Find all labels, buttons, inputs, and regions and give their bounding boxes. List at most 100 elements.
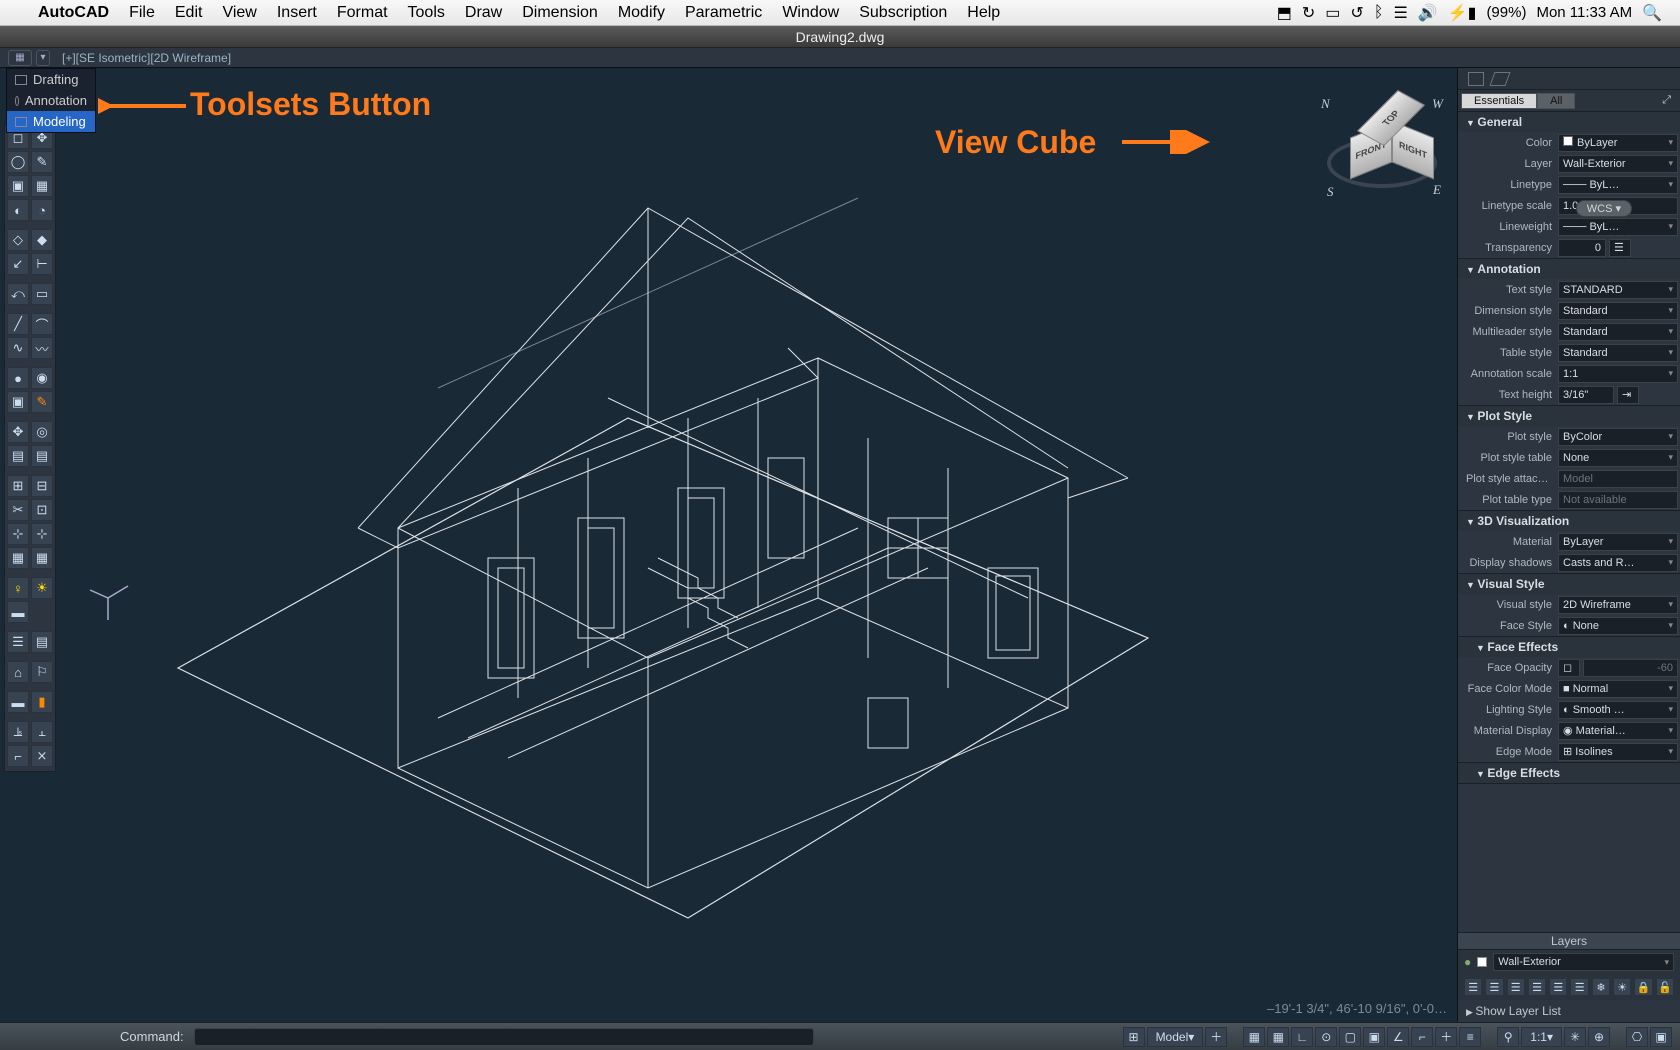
tab-all[interactable]: All (1537, 93, 1575, 109)
command-input[interactable] (194, 1028, 814, 1046)
layer-tool-8[interactable]: ☀ (1613, 978, 1631, 996)
menu-dimension[interactable]: Dimension (512, 4, 608, 22)
layer-tool-7[interactable]: ❄ (1592, 978, 1610, 996)
tool-hline[interactable]: ⊹ (7, 523, 29, 545)
tool-grid[interactable]: ▦ (7, 547, 29, 569)
layer-tool-2[interactable]: ☰ (1485, 978, 1503, 996)
sb-snap[interactable]: ▦ (1243, 1027, 1265, 1047)
tool-rect[interactable]: ▭ (31, 283, 53, 305)
tool-section[interactable]: ⊡ (31, 499, 53, 521)
val-annoscale[interactable]: 1:1▾ (1558, 365, 1678, 383)
clock[interactable]: Mon 11:33 AM (1536, 4, 1632, 21)
sb-annoauto[interactable]: ⊕ (1588, 1027, 1610, 1047)
layer-tool-3[interactable]: ☰ (1507, 978, 1525, 996)
panel-icon-a[interactable] (1468, 72, 1484, 86)
layer-tool-5[interactable]: ☰ (1549, 978, 1567, 996)
tool-extrude[interactable]: ▣ (7, 391, 29, 413)
val-facestyle[interactable]: ◐ None▾ (1558, 617, 1678, 635)
val-tablestyle[interactable]: Standard▾ (1558, 344, 1678, 362)
wifi-icon[interactable]: ☰ (1393, 3, 1407, 23)
display-icon[interactable]: ▭ (1325, 3, 1340, 23)
val-lighting[interactable]: ◐ Smooth …▾ (1558, 701, 1678, 719)
section-facefx[interactable]: Face Effects (1458, 637, 1680, 657)
sb-ws[interactable]: ⎔ (1626, 1027, 1648, 1047)
val-transp[interactable]: 0 (1558, 239, 1606, 257)
tool-stack[interactable]: ▤ (31, 631, 53, 653)
sb-anno[interactable]: ⚲ (1497, 1027, 1519, 1047)
sb-otrack[interactable]: ∠ (1387, 1027, 1409, 1047)
toolsets-button[interactable]: ▦ (8, 50, 32, 66)
sb-lwt[interactable]: ≡ (1459, 1027, 1481, 1047)
section-annotation[interactable]: Annotation (1458, 259, 1680, 279)
app-name[interactable]: AutoCAD (28, 4, 119, 22)
tool-slice[interactable]: ✂ (7, 499, 29, 521)
tool-arc[interactable]: ⌒ (31, 313, 53, 335)
tool-move[interactable]: ✥ (7, 421, 29, 443)
val-plottable[interactable]: None▾ (1558, 449, 1678, 467)
val-shadows[interactable]: Casts and R…▾ (1558, 554, 1678, 572)
timemachine-icon[interactable]: ↺ (1350, 3, 1363, 23)
tool-ucs[interactable]: ⌐ (7, 745, 29, 767)
menu-window[interactable]: Window (772, 4, 849, 22)
section-plot[interactable]: Plot Style (1458, 406, 1680, 426)
tool-pattern[interactable]: ▦ (31, 547, 53, 569)
toolset-drafting[interactable]: Drafting (7, 69, 95, 90)
tool-circle[interactable]: ● (7, 367, 29, 389)
tool-sun[interactable]: ☀ (31, 577, 53, 599)
menu-format[interactable]: Format (327, 4, 398, 22)
val-mlstyle[interactable]: Standard▾ (1558, 323, 1678, 341)
tool-light[interactable]: ♀ (7, 577, 29, 599)
transp-layers-icon[interactable]: ☰ (1609, 239, 1631, 257)
section-3dviz[interactable]: 3D Visualization (1458, 511, 1680, 531)
menu-tools[interactable]: Tools (398, 4, 455, 22)
show-layer-list[interactable]: Show Layer List (1458, 1000, 1680, 1022)
val-plotstyle[interactable]: ByColor▾ (1558, 428, 1678, 446)
sync-icon[interactable]: ↻ (1302, 3, 1315, 23)
menu-help[interactable]: Help (957, 4, 1010, 22)
sb-polar[interactable]: ⊙ (1315, 1027, 1337, 1047)
tool-sphere2[interactable]: ◉ (31, 367, 53, 389)
tool-leftarrow[interactable]: ↙ (7, 253, 29, 275)
tool-graph[interactable]: ⫠ (31, 721, 53, 743)
tool-spline[interactable]: ∿ (7, 337, 29, 359)
val-color[interactable]: ByLayer▾ (1558, 134, 1678, 152)
tool-diamond[interactable]: ◆ (31, 229, 53, 251)
faceopacity-toggle[interactable]: ◻ (1558, 659, 1580, 677)
section-general[interactable]: General (1458, 112, 1680, 132)
layer-tool-9[interactable]: 🔒 (1634, 978, 1652, 996)
tool-page[interactable]: ▤ (7, 445, 29, 467)
dropbox-icon[interactable]: ⬒ (1277, 3, 1292, 23)
sb-grid-icon[interactable]: ⊞ (1123, 1027, 1145, 1047)
sb-3dosnap[interactable]: ▣ (1363, 1027, 1385, 1047)
drawing-canvas[interactable]: FRONT RIGHT TOP N S E W –19'-1 3/4", 46'… (58, 68, 1457, 1022)
tool-eraser[interactable]: ◇ (7, 229, 29, 251)
expand-icon[interactable]: ⤢ (1662, 94, 1671, 107)
sb-annovis[interactable]: ✳ (1564, 1027, 1586, 1047)
tool-align[interactable]: ⫡ (7, 721, 29, 743)
tool-flow[interactable]: ⊞ (7, 475, 29, 497)
tool-brush[interactable]: ✎ (31, 151, 53, 173)
section-edgefx[interactable]: Edge Effects (1458, 763, 1680, 783)
bluetooth-icon[interactable]: ᛒ (1374, 4, 1384, 22)
sb-hw[interactable]: ▣ (1650, 1027, 1672, 1047)
val-textstyle[interactable]: STANDARD▾ (1558, 281, 1678, 299)
tool-slab[interactable]: ▬ (7, 601, 29, 623)
wcs-badge[interactable]: WCS ▾ (1576, 200, 1632, 217)
val-linetype[interactable]: ─── ByL…▾ (1558, 176, 1678, 194)
val-edgemode[interactable]: ⊞ Isolines▾ (1558, 743, 1678, 761)
toolsets-dropdown[interactable]: ▾ (36, 50, 50, 66)
menu-parametric[interactable]: Parametric (675, 4, 772, 22)
tool-dim[interactable]: ⊢ (31, 253, 53, 275)
sb-ducs[interactable]: ⌐ (1411, 1027, 1433, 1047)
tool-mesh[interactable]: ⊟ (31, 475, 53, 497)
menu-draw[interactable]: Draw (455, 4, 512, 22)
tool-tag[interactable]: ▮ (31, 691, 53, 713)
menu-modify[interactable]: Modify (608, 4, 675, 22)
tool-pencil[interactable]: ✎ (31, 391, 53, 413)
volume-icon[interactable]: 🔊 (1418, 3, 1438, 23)
view-cube[interactable]: FRONT RIGHT TOP N S E W (1327, 88, 1437, 198)
tool-axes[interactable]: ⨯ (31, 745, 53, 767)
val-matdisplay[interactable]: ◉ Material…▾ (1558, 722, 1678, 740)
tool-vline[interactable]: ⊹ (31, 523, 53, 545)
sb-ortho[interactable]: ∟ (1291, 1027, 1313, 1047)
